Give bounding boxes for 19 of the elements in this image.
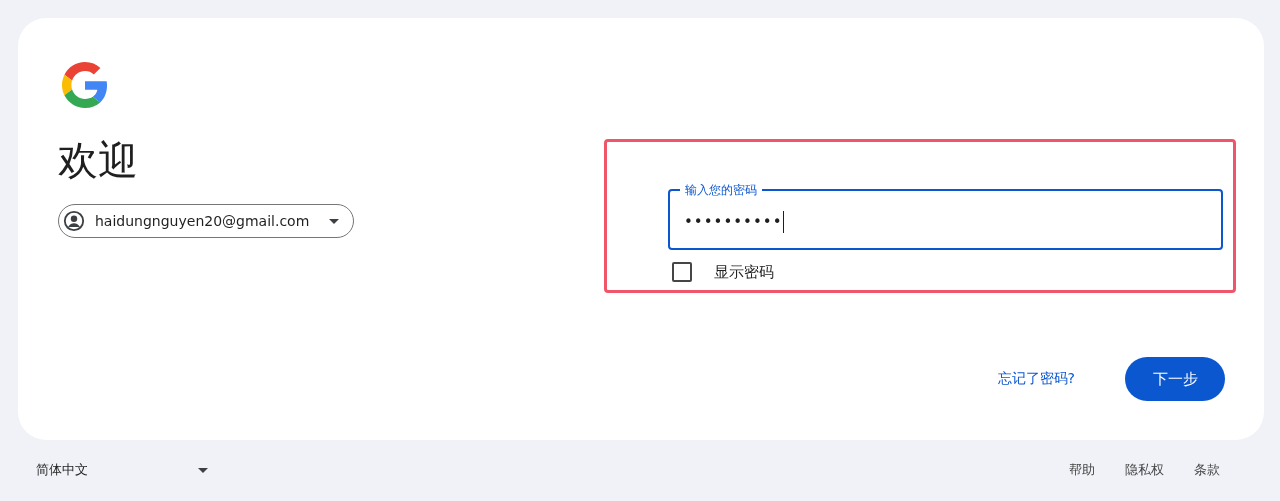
caret-icon xyxy=(329,218,339,224)
footer-link[interactable]: 隐私权 xyxy=(1125,461,1164,479)
language-label: 简体中文 xyxy=(36,461,88,479)
welcome-heading: 欢迎 xyxy=(58,136,138,184)
footer-link[interactable]: 条款 xyxy=(1194,461,1220,479)
show-password-label: 显示密码 xyxy=(714,262,774,282)
footer-link[interactable]: 帮助 xyxy=(1069,461,1095,479)
caret-icon xyxy=(198,467,208,473)
field-label: 输入您的密码 xyxy=(684,182,758,199)
password-field[interactable]: 输入您的密码 •••••••••• xyxy=(668,181,1223,250)
account-icon xyxy=(63,210,85,232)
text-cursor xyxy=(783,211,785,233)
account-email: haidungnguyen20@gmail.com xyxy=(95,213,311,229)
account-chip[interactable]: haidungnguyen20@gmail.com xyxy=(58,204,354,238)
checkbox[interactable] xyxy=(672,262,692,282)
language-select[interactable]: 简体中文 xyxy=(18,461,208,479)
g-logo-icon xyxy=(62,62,108,108)
next-button[interactable]: 下一步 xyxy=(1125,357,1225,401)
forgot-password-link[interactable]: 忘记了密码? xyxy=(997,370,1075,388)
